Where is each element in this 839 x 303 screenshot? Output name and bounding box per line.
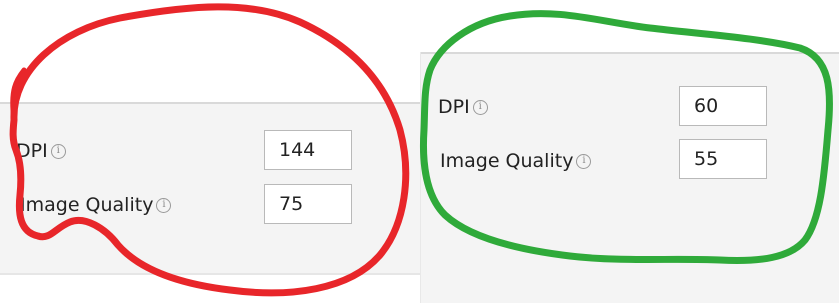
screenshot-comparison: DPI i Image Quality i DPI i Image Qualit… bbox=[0, 0, 839, 303]
dpi-label: DPI i bbox=[438, 96, 488, 118]
dpi-input-right[interactable] bbox=[679, 86, 767, 126]
image-quality-label: Image Quality i bbox=[440, 150, 592, 172]
info-icon[interactable]: i bbox=[156, 197, 172, 213]
dpi-label-text: DPI bbox=[438, 96, 470, 118]
image-quality-label-text: Image Quality bbox=[440, 150, 574, 172]
image-quality-row-right: Image Quality i bbox=[440, 150, 592, 172]
image-quality-input-left[interactable] bbox=[264, 184, 352, 224]
panel-separator bbox=[420, 52, 421, 303]
dpi-row-right: DPI i bbox=[438, 96, 488, 118]
panel-divider-line bbox=[0, 273, 420, 275]
info-icon[interactable]: i bbox=[50, 143, 66, 159]
settings-panel-left bbox=[0, 102, 420, 274]
settings-panel-right bbox=[420, 52, 839, 303]
image-quality-input-right[interactable] bbox=[679, 139, 767, 179]
dpi-input-left[interactable] bbox=[264, 130, 352, 170]
image-quality-label-text: Image Quality bbox=[20, 194, 154, 216]
dpi-label-text: DPI bbox=[16, 140, 48, 162]
dpi-row-left: DPI i bbox=[16, 140, 66, 162]
image-quality-row-left: Image Quality i bbox=[20, 194, 172, 216]
info-icon[interactable]: i bbox=[576, 153, 592, 169]
info-icon[interactable]: i bbox=[472, 99, 488, 115]
image-quality-label: Image Quality i bbox=[20, 194, 172, 216]
dpi-label: DPI i bbox=[16, 140, 66, 162]
